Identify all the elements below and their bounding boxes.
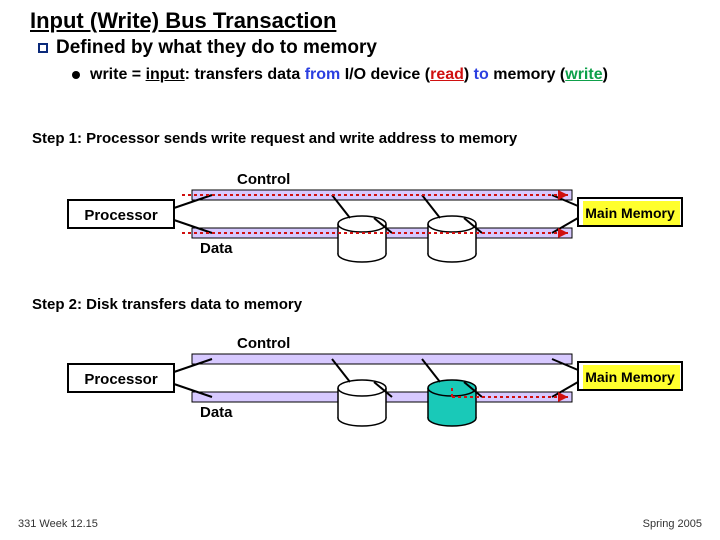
diagram-step1-svg: Control Data Processor Main Memory: [32, 158, 688, 268]
slide-title: Input (Write) Bus Transaction: [30, 8, 336, 33]
data-label: Data: [200, 240, 233, 257]
dot-bullet-icon: [72, 71, 80, 79]
bullet-read: read: [430, 66, 464, 83]
control-label2: Control: [237, 335, 290, 352]
bullet-to: to: [474, 66, 489, 83]
subheading-row: Defined by what they do to memory: [38, 37, 377, 59]
bullet-part4: ): [464, 66, 474, 83]
control-bus2: [192, 354, 572, 364]
bullet-text: write = input: transfers data from I/O d…: [90, 65, 608, 85]
memory-label2: Main Memory: [585, 369, 675, 385]
subheading: Defined by what they do to memory: [56, 37, 377, 59]
disk-2b-active: [422, 359, 482, 426]
bullet-from: from: [305, 66, 341, 83]
data-label2: Data: [200, 404, 233, 421]
disk-1b: [332, 359, 392, 426]
processor-label2: Processor: [84, 371, 158, 388]
bullet-input: input: [146, 66, 185, 83]
square-bullet-icon: [38, 43, 48, 53]
diagram-step1: Control Data Processor Main Memory: [32, 158, 688, 268]
bullet-row: write = input: transfers data from I/O d…: [72, 65, 680, 85]
bullet-part5: memory (: [489, 66, 565, 83]
memory-label: Main Memory: [585, 205, 675, 221]
footer-left: 331 Week 12.15: [18, 518, 98, 530]
bullet-part1: write =: [90, 66, 146, 83]
processor-label: Processor: [84, 207, 158, 224]
bullet-part6: ): [603, 66, 608, 83]
bullet-part3: I/O device (: [340, 66, 430, 83]
diagram-step2-svg: Control Data Processor Main Memory: [32, 322, 688, 432]
step2-label: Step 2: Disk transfers data to memory: [32, 296, 302, 313]
footer-right: Spring 2005: [643, 518, 702, 530]
control-label: Control: [237, 171, 290, 188]
slide-title-wrap: Input (Write) Bus Transaction: [30, 8, 336, 34]
diagram-step2: Control Data Processor Main Memory: [32, 322, 688, 432]
disk-2: [422, 195, 482, 262]
bullet-part2: : transfers data: [185, 66, 305, 83]
step1-label: Step 1: Processor sends write request an…: [32, 130, 517, 147]
bullet-write: write: [565, 66, 602, 83]
disk-1: [332, 195, 392, 262]
